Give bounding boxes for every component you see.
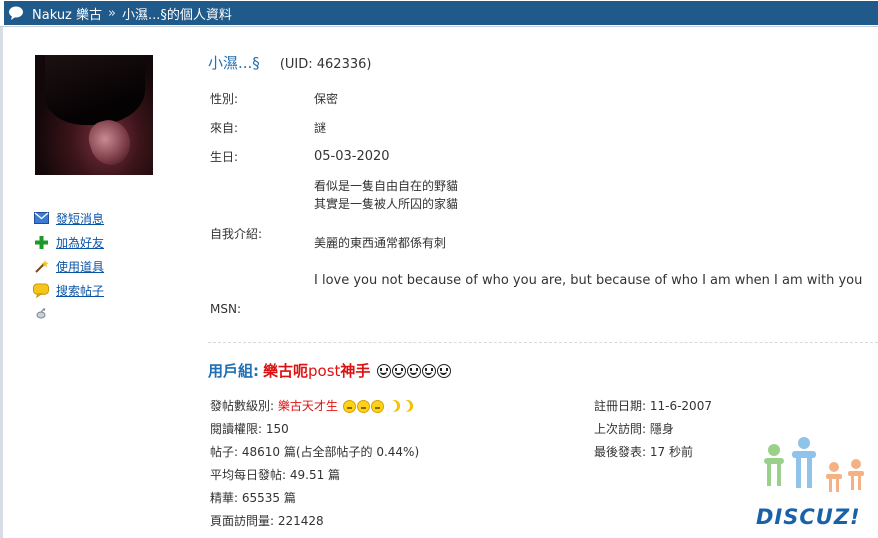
add-friend-action[interactable]: 加為好友: [33, 230, 183, 254]
discuz-logo: DISCUZ!: [752, 437, 878, 537]
bio-label: 自我介紹:: [210, 227, 263, 241]
breadcrumb-current: 小濕...§的個人資料: [121, 7, 232, 23]
profile-actions: 發短消息 加為好友 使用道具 搜索帖子: [33, 206, 183, 326]
plus-icon: [33, 234, 49, 250]
sun-icon: [356, 400, 370, 413]
breadcrumb-separator: »: [108, 5, 116, 21]
satellite-action[interactable]: [33, 302, 183, 326]
breadcrumb-home[interactable]: Nakuz 樂古: [32, 4, 102, 23]
bio-line: 其實是一隻被人所囚的家貓: [314, 197, 459, 211]
search-posts-action[interactable]: 搜索帖子: [33, 278, 183, 302]
moon-icon: [385, 400, 397, 413]
smiley-icon: [437, 363, 452, 378]
usergroup-name: 樂古呃: [263, 362, 309, 380]
bio-line: 美麗的東西通常都係有刺: [314, 236, 447, 250]
page-views: 頁面訪問量: 221428: [210, 514, 324, 528]
avatar: [35, 55, 153, 175]
send-message-action[interactable]: 發短消息: [33, 206, 183, 230]
birthday-value: 05-03-2020: [314, 149, 390, 164]
smiley-icon: [422, 363, 437, 378]
magic-wand-icon: [33, 258, 49, 274]
add-friend-link[interactable]: 加為好友: [56, 234, 104, 251]
rank-label: 發帖數級別:: [210, 399, 275, 413]
send-message-link[interactable]: 發短消息: [56, 210, 104, 227]
gender-label: 性別:: [210, 92, 239, 106]
section-divider: [208, 342, 878, 343]
post-count: 帖子: 48610 篇(占全部帖子的 0.44%): [210, 445, 420, 459]
use-item-link[interactable]: 使用道具: [56, 258, 104, 275]
people-icon: [764, 437, 864, 492]
satellite-icon[interactable]: [33, 306, 49, 322]
envelope-icon: [33, 210, 49, 226]
digest-count: 精華: 65535 篇: [210, 491, 296, 505]
rank-value: 樂古天才生: [277, 399, 338, 413]
logo-text: DISCUZ!: [756, 505, 861, 529]
smiley-icon: [392, 363, 407, 378]
registration-date: 註冊日期: 11-6-2007: [594, 399, 712, 413]
search-posts-link[interactable]: 搜索帖子: [56, 282, 104, 299]
moon-icon: [398, 400, 410, 413]
location-value: 謎: [314, 121, 327, 135]
avg-daily-posts: 平均每日發帖: 49.51 篇: [210, 468, 341, 482]
profile-header: 小濕...§ (UID: 462336): [208, 52, 371, 73]
username: 小濕...§: [208, 54, 260, 72]
rank-stat: 發帖數級別: 樂古天才生: [210, 397, 410, 414]
last-post: 最後發表: 17 秒前: [594, 445, 693, 459]
last-visit: 上次訪問: 隱身: [594, 422, 674, 436]
use-item-action[interactable]: 使用道具: [33, 254, 183, 278]
usergroup-row: 用戶組: 樂古呃 post 神手: [208, 360, 452, 381]
sun-icon: [370, 400, 384, 413]
smiley-icon: [407, 363, 422, 378]
bio-line: I love you not because of who you are, b…: [314, 273, 863, 288]
title-bar: Nakuz 樂古 » 小濕...§的個人資料: [0, 0, 878, 27]
smiley-icon: [377, 363, 392, 378]
location-label: 來自:: [210, 121, 239, 135]
usergroup-name: post: [308, 361, 341, 380]
user-id: (UID: 462336): [279, 57, 372, 72]
msn-label: MSN:: [210, 302, 241, 316]
sun-icon: [342, 400, 356, 413]
speech-bubble-icon: [33, 282, 49, 298]
left-border: [0, 27, 3, 538]
speech-bubble-icon: [8, 5, 24, 21]
usergroup-name: 神手: [340, 362, 371, 380]
gender-value: 保密: [314, 92, 339, 106]
rank-stars: [342, 400, 410, 413]
birthday-label: 生日:: [210, 150, 239, 164]
usergroup-label: 用戶組:: [208, 362, 259, 380]
bio-line: 看似是一隻自由自在的野貓: [314, 179, 459, 193]
read-permission: 閱讀權限: 150: [210, 422, 289, 436]
usergroup-stars: [376, 363, 452, 378]
